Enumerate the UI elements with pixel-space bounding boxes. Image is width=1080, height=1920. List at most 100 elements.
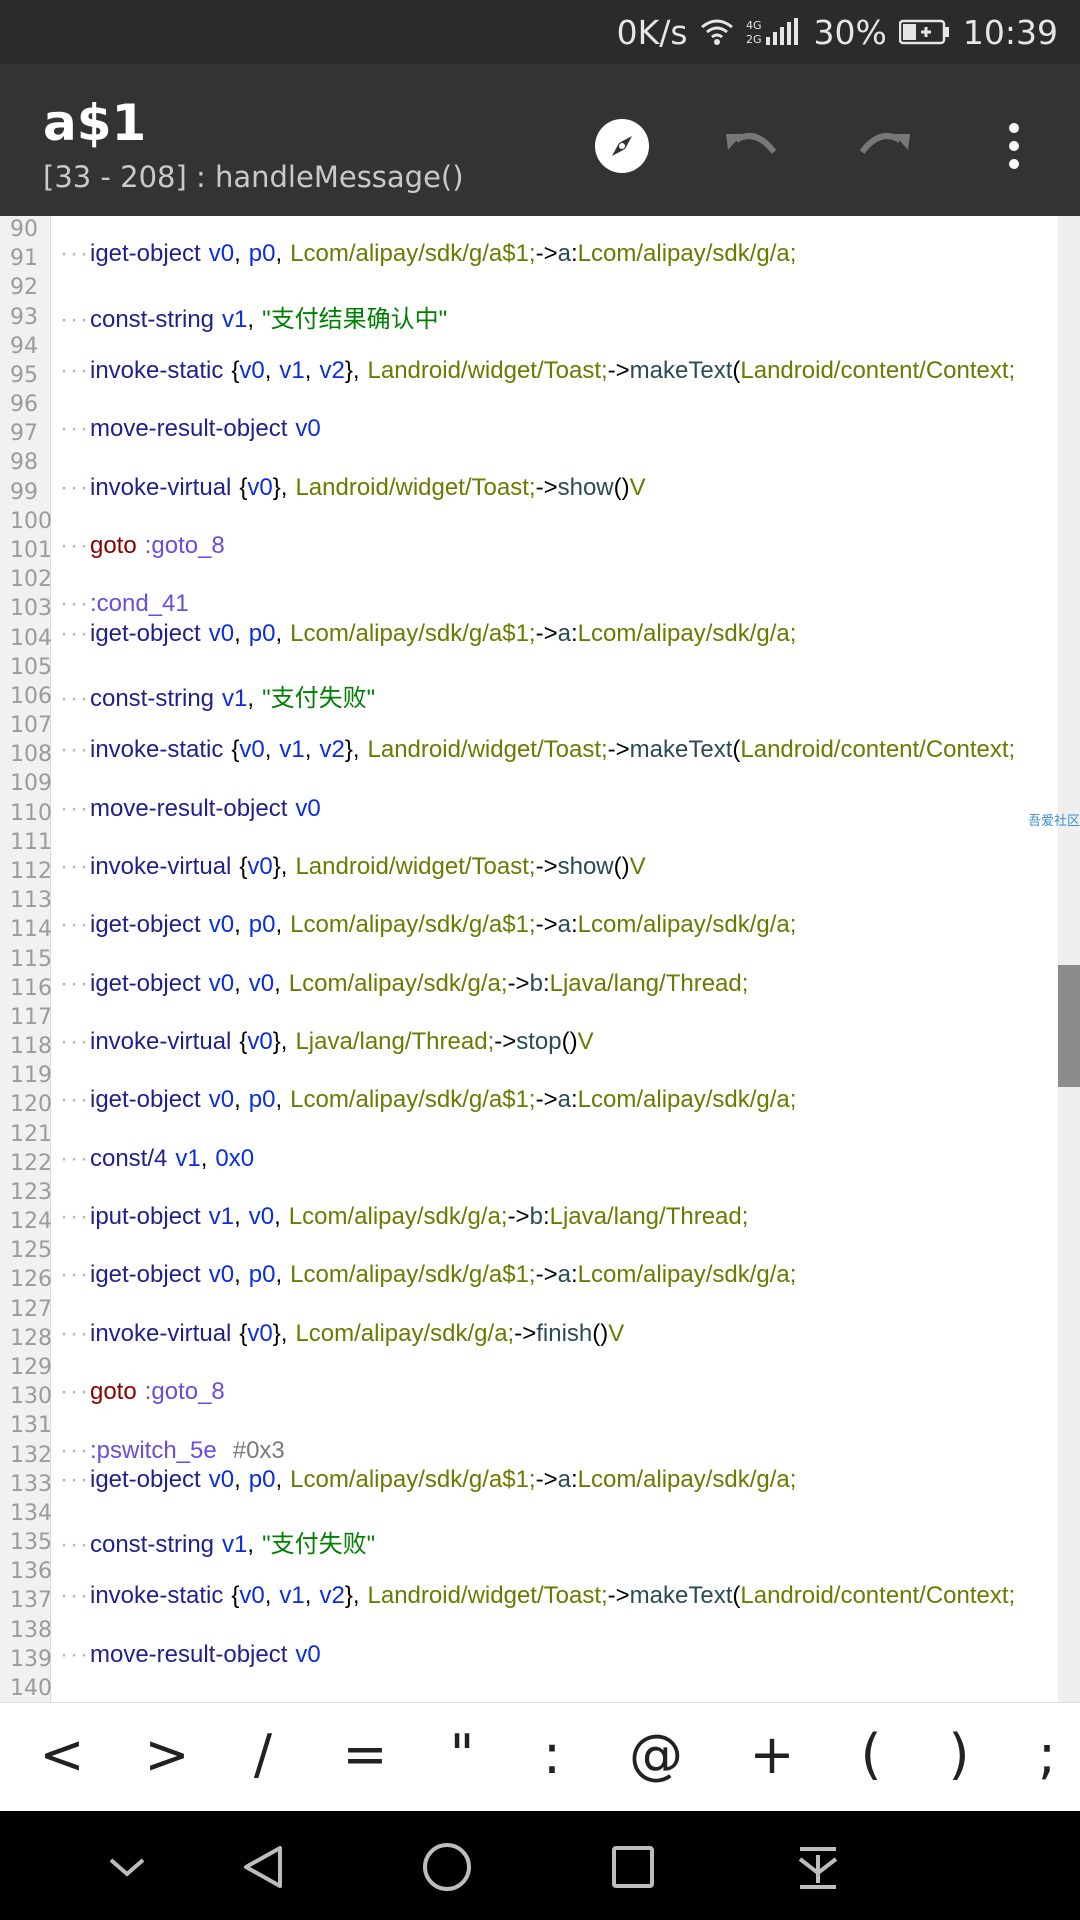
symbol-key[interactable]: " xyxy=(432,1723,492,1786)
undo-button[interactable] xyxy=(720,114,784,178)
symbol-key[interactable]: ( xyxy=(841,1723,901,1786)
code-token: "支付失败" xyxy=(262,1531,376,1559)
redo-button[interactable] xyxy=(852,114,916,178)
code-token: -> xyxy=(535,473,558,501)
symbol-bar: < > / = ": @ + (); xyxy=(0,1702,1080,1812)
cell-signal-icon: 4G 2G xyxy=(746,17,802,47)
code-line[interactable]: 137 ···invoke-static {v0, v1, v2}, Landroid/w… xyxy=(0,1582,1080,1617)
scrollbar-thumb[interactable] xyxy=(1058,965,1080,1087)
indent-guide: ··· xyxy=(60,969,90,997)
code-token: v1 xyxy=(279,736,305,764)
line-number: 132 xyxy=(10,1442,52,1468)
code-line[interactable]: 120 ···iget-object v0, p0, Lcom/alipay/sdk/g… xyxy=(0,1086,1080,1121)
home-icon xyxy=(423,1843,471,1891)
code-token: Landroid/widget/Toast; xyxy=(367,356,608,384)
home-button[interactable] xyxy=(417,1837,477,1897)
code-token: -> xyxy=(514,1319,537,1347)
code-line[interactable]: 118 ···invoke-virtual {v0}, Ljava/lang/Thre… xyxy=(0,1028,1080,1063)
code-line[interactable]: 139 ···move-result-object v0 xyxy=(0,1641,1080,1676)
code-token: v0 xyxy=(239,736,265,764)
code-token: v0 xyxy=(208,1086,235,1114)
code-line[interactable]: 116 ···iget-object v0, v0, Lcom/alipay/sdk/g… xyxy=(0,970,1080,1005)
code-token: v1 xyxy=(279,1582,305,1610)
code-token: }, xyxy=(272,473,288,501)
code-token: v1 xyxy=(222,305,248,333)
code-text: ···const/4 v1, 0x0 xyxy=(60,1145,254,1173)
code-token: -> xyxy=(607,356,630,384)
symbol-key[interactable]: @ xyxy=(626,1723,686,1786)
indent-guide: ··· xyxy=(60,1203,90,1231)
code-line[interactable]: 95 ···invoke-static {v0, v1, v2}, Landroid/wi… xyxy=(0,357,1080,392)
recents-button[interactable] xyxy=(603,1837,663,1897)
navigate-button[interactable] xyxy=(590,114,654,178)
code-line[interactable]: 97 ···move-result-object v0 xyxy=(0,415,1080,450)
code-line[interactable]: 122 ···const/4 v1, 0x0 xyxy=(0,1145,1080,1180)
code-token: v0 xyxy=(248,1203,275,1231)
scrollbar-track[interactable] xyxy=(1058,216,1080,1702)
line-number: 92 xyxy=(10,275,38,301)
code-line[interactable]: 91 ···iget-object v0, p0, Lcom/alipay/sdk/g/… xyxy=(0,240,1080,275)
indent-guide: ··· xyxy=(60,794,90,822)
code-token: v1 xyxy=(279,356,305,384)
code-token: Landroid/content/Context; xyxy=(740,736,1016,764)
symbol-key[interactable]: + xyxy=(742,1723,802,1786)
line-number: 137 xyxy=(10,1588,52,1614)
code-token: , xyxy=(234,1465,241,1493)
code-token: invoke-static xyxy=(89,356,224,384)
code-text: ···iget-object v0, p0, Lcom/alipay/sdk/g/a$… xyxy=(60,1261,796,1289)
symbol-key[interactable]: > xyxy=(137,1723,197,1786)
code-token: V xyxy=(629,852,646,880)
code-line[interactable]: 140 xyxy=(0,1676,1080,1702)
line-number: 133 xyxy=(10,1471,52,1497)
back-icon xyxy=(244,1846,282,1888)
code-text: ···iget-object v0, v0, Lcom/alipay/sdk/g/a;… xyxy=(60,970,748,998)
code-line[interactable]: 135 ···const-string v1, "支付失败" xyxy=(0,1530,1080,1559)
code-token: v2 xyxy=(319,736,345,764)
code-line[interactable]: 104 ···iget-object v0, p0, Lcom/alipay/sdk/g… xyxy=(0,620,1080,655)
network-2g-label: 2G xyxy=(746,33,762,46)
code-line[interactable]: 124 ···iput-object v1, v0, Lcom/alipay/sdk/g… xyxy=(0,1203,1080,1238)
more-options-button[interactable] xyxy=(982,114,1046,178)
code-token: a xyxy=(557,1086,571,1114)
symbol-key[interactable]: / xyxy=(233,1723,293,1786)
code-editor[interactable]: 90 91 ···iget-object v0, p0, Lcom/alipay/sdk/… xyxy=(0,216,1080,1702)
symbol-key[interactable]: ) xyxy=(929,1723,989,1786)
code-line[interactable]: 133 ···iget-object v0, p0, Lcom/alipay/sdk/g… xyxy=(0,1466,1080,1501)
line-number: 131 xyxy=(10,1413,52,1439)
code-token: : xyxy=(570,911,578,939)
code-line[interactable]: 112 ···invoke-virtual {v0}, Landroid/widget… xyxy=(0,853,1080,888)
line-number: 140 xyxy=(10,1676,52,1701)
code-line[interactable]: 114 ···iget-object v0, p0, Lcom/alipay/sdk/g… xyxy=(0,911,1080,946)
code-line[interactable]: 108 ···invoke-static {v0, v1, v2}, Landroid/w… xyxy=(0,736,1080,771)
status-bar: 0K/s 4G 2G 30% 10:39 xyxy=(0,0,1080,64)
scroll-bottom-button[interactable] xyxy=(788,1837,848,1897)
line-number: 115 xyxy=(10,946,52,972)
code-line[interactable]: 99 ···invoke-virtual {v0}, Landroid/widget/… xyxy=(0,474,1080,509)
code-token: , xyxy=(275,1465,283,1493)
back-button[interactable] xyxy=(233,1837,293,1897)
code-line[interactable]: 110 ···move-result-object v0 xyxy=(0,795,1080,830)
symbol-key[interactable]: : xyxy=(522,1723,582,1786)
code-token: Lcom/alipay/sdk/g/a; xyxy=(577,1086,797,1114)
code-token: Lcom/alipay/sdk/g/a$1; xyxy=(290,1465,536,1493)
code-line[interactable]: 93 ···const-string v1, "支付结果确认中" xyxy=(0,305,1080,334)
symbol-key[interactable]: ; xyxy=(1017,1723,1077,1786)
code-token: invoke-static xyxy=(89,1582,224,1610)
code-text: ···invoke-static {v0, v1, v2}, Landroid/widg… xyxy=(60,357,1015,385)
code-line[interactable]: 106 ···const-string v1, "支付失败" xyxy=(0,684,1080,713)
code-token: "支付失败" xyxy=(262,684,376,712)
code-token: () xyxy=(592,1319,609,1347)
code-text: ···iget-object v0, p0, Lcom/alipay/sdk/g/a$… xyxy=(60,1466,796,1494)
code-line[interactable]: 128 ···invoke-virtual {v0}, Lcom/alipay/sdk… xyxy=(0,1320,1080,1355)
symbol-key[interactable]: = xyxy=(335,1723,395,1786)
collapse-button[interactable] xyxy=(97,1837,157,1897)
line-number: 96 xyxy=(10,392,38,418)
code-token: , xyxy=(275,911,283,939)
code-token: v0 xyxy=(295,794,321,822)
symbol-key[interactable]: < xyxy=(32,1723,92,1786)
code-token: Landroid/widget/Toast; xyxy=(295,852,536,880)
code-line[interactable]: 101 ···goto:goto_8 xyxy=(0,532,1080,567)
code-token: move-result-object xyxy=(89,794,288,822)
code-line[interactable]: 126 ···iget-object v0, p0, Lcom/alipay/sdk/g… xyxy=(0,1261,1080,1296)
code-line[interactable]: 130 ···goto:goto_8 xyxy=(0,1378,1080,1413)
